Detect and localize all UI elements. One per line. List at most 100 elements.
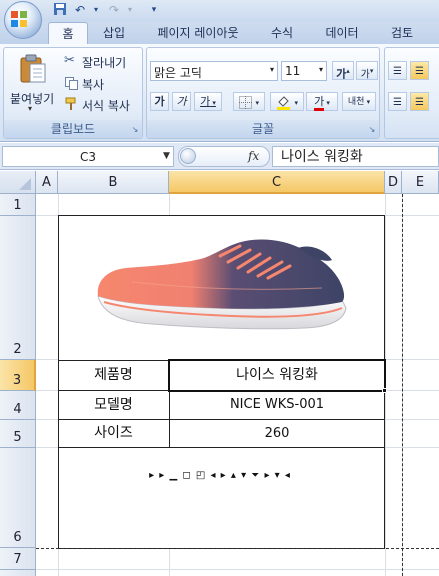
row-number: 7 [13,552,22,567]
office-logo-icon [11,11,27,27]
size-value: 260 [264,426,290,441]
format-painter-icon [65,97,79,111]
product-name-value: 나이스 워킹화 [236,367,318,383]
fill-color-button[interactable]: ▾ [270,92,304,111]
font-size-select[interactable]: 11 ▾ [281,61,327,81]
bold-label: 가 [154,95,165,108]
italic-label: 가 [176,95,187,108]
redo-icon[interactable]: ↷ [106,2,122,18]
align-top-button[interactable]: ☰ [388,61,407,80]
row-header-7[interactable]: 7 [0,548,36,570]
align-left-button[interactable]: ☰ [388,92,407,111]
insert-function-button[interactable]: fx [248,146,268,167]
font-size-value: 11 [285,64,301,78]
undo-dropdown-icon[interactable]: ▾ [88,2,104,18]
clipboard-group-label: 클립보드 [4,120,142,138]
paste-dropdown-icon: ▾ [28,104,33,113]
bold-button[interactable]: 가 [150,92,169,111]
font-color-label: 가 [314,95,325,111]
row-number: 1 [13,198,22,213]
font-group-label: 글꼴 [147,120,379,138]
copy-icon [65,77,78,90]
row-number: 2 [13,342,22,357]
align-center-icon: ☰ [415,97,424,108]
underline-button[interactable]: 가 ▾ [194,92,222,111]
column-header-e[interactable]: E [402,171,439,194]
align-middle-button[interactable]: ☰ [410,61,429,80]
phonetic-label: 내천 [347,97,365,107]
row-header-3[interactable]: 3 [0,360,36,391]
align-top-icon: ☰ [393,66,402,77]
italic-button[interactable]: 가 [172,92,191,111]
font-launcher-icon[interactable]: ↘ [367,125,377,135]
tab-page-layout[interactable]: 페이지 레이아웃 [150,22,246,44]
name-box[interactable]: C3 [2,146,174,167]
tab-formulas[interactable]: 수식 [266,22,298,44]
paste-button[interactable]: 붙여넣기 ▾ [8,52,58,114]
borders-icon [238,95,256,109]
splitter-knob-icon[interactable] [180,148,196,164]
row-number: 3 [12,373,22,388]
tab-data[interactable]: 데이터 [318,22,366,44]
grow-font-button[interactable]: 가▴ [332,61,354,81]
row-header-1[interactable]: 1 [0,194,36,216]
font-color-button[interactable]: 가 ▾ [306,92,338,111]
fill-color-icon [276,95,295,110]
save-icon[interactable] [52,2,68,18]
column-header-a[interactable]: A [36,171,58,194]
row-number: 5 [13,430,22,445]
formula-input[interactable]: 나이스 워킹화 [272,146,439,167]
row-header-8[interactable] [0,570,36,576]
row-number: 4 [13,402,22,417]
customize-toolbar-icon[interactable]: ▾ [146,2,162,18]
format-painter-button[interactable]: 서식 복사 [64,96,140,113]
cut-button[interactable]: ✂ 잘라내기 [64,53,140,70]
shrink-font-button[interactable]: 가▾ [356,61,378,81]
tab-home[interactable]: 홈 [48,22,88,44]
gridline [36,569,439,570]
tab-review[interactable]: 검토 [384,22,420,44]
row-header-2[interactable]: 2 [0,216,36,360]
paste-icon [20,54,46,83]
cut-label: 잘라내기 [82,56,127,70]
font-name-select[interactable]: 맑은 고딕 ▾ [150,61,278,81]
tab-insert[interactable]: 삽입 [96,22,132,44]
scissors-icon: ✂ [64,53,75,68]
model-name-value: NICE WKS-001 [229,397,325,412]
borders-button[interactable]: ▾ [233,92,265,111]
align-left-icon: ☰ [393,97,402,108]
symbols-row: ▸ ▸ ▁ ◻ ◰ ◂ ▸ ▴ ▾ ⏷ ▸ ▾ ◂ [149,470,291,481]
format-painter-label: 서식 복사 [82,99,130,113]
size-label: 사이즈 [94,425,133,441]
shrink-font-label: 가 [360,69,370,81]
row-number: 6 [13,530,22,545]
undo-icon[interactable]: ↶ [72,2,88,18]
copy-button[interactable]: 복사 [64,75,140,92]
column-header-b[interactable]: B [58,171,169,194]
redo-dropdown-icon[interactable]: ▾ [122,2,138,18]
clipboard-launcher-icon[interactable]: ↘ [130,125,140,135]
row-header-4[interactable]: 4 [0,391,36,420]
column-header-c[interactable]: C [169,171,385,194]
select-all-triangle-icon [19,178,31,190]
row-header-6[interactable]: 6 [0,448,36,548]
copy-label: 복사 [82,78,105,92]
page-break-horizontal [36,548,439,549]
column-header-d[interactable]: D [385,171,402,194]
name-box-dropdown-icon[interactable]: ▼ [163,146,173,167]
font-name-dropdown-icon: ▾ [269,65,274,74]
page-break-vertical [402,194,403,576]
grow-font-label: 가 [336,67,347,81]
product-name-label: 제품명 [94,367,133,383]
shoe-image[interactable] [92,238,354,336]
paste-label: 붙여넣기 [10,92,55,106]
phonetic-button[interactable]: 내천 ▾ [342,92,376,111]
align-center-button[interactable]: ☰ [410,92,429,111]
underline-label: 가 [200,95,211,108]
row-header-5[interactable]: 5 [0,420,36,448]
font-name-value: 맑은 고딕 [154,66,202,80]
align-middle-icon: ☰ [415,66,424,77]
symbols-cell[interactable] [58,447,385,549]
model-name-label: 모델명 [94,397,133,413]
font-size-dropdown-icon: ▾ [318,65,323,74]
